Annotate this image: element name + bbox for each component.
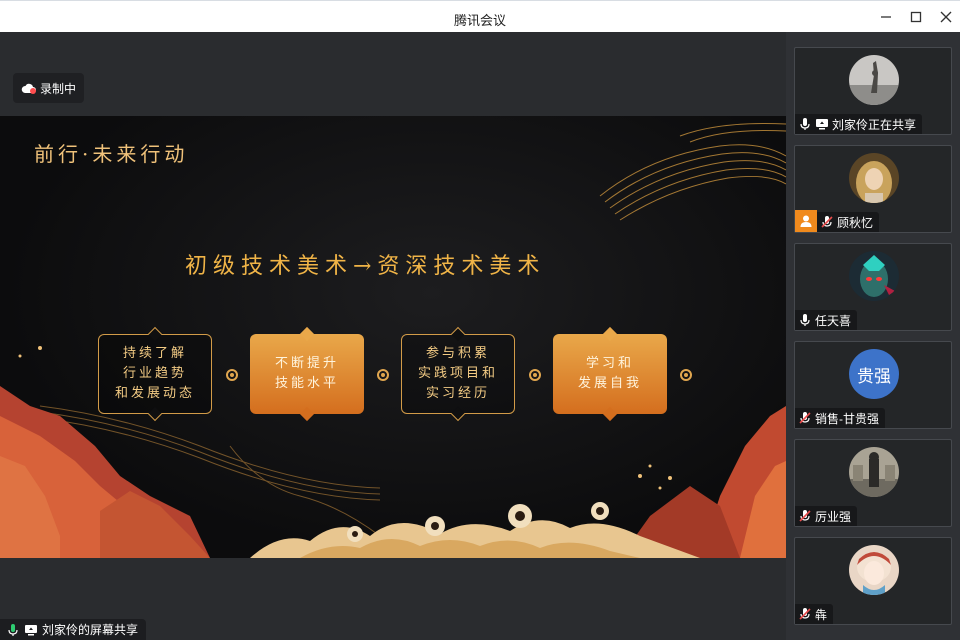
main-stage: 录制中 前行·未来行动 初级技术美术→资深技术美术 持续了解 行业趋势 和发展动… — [0, 32, 786, 640]
shared-slide: 前行·未来行动 初级技术美术→资深技术美术 持续了解 行业趋势 和发展动态 不断… — [0, 116, 786, 558]
avatar — [849, 447, 899, 497]
box-line: 学习和 — [585, 356, 634, 371]
box-line: 不断提升 — [274, 356, 339, 371]
mic-off-icon — [798, 509, 812, 523]
slide-box-4: 学习和 发展自我 — [553, 326, 667, 422]
host-badge-icon — [795, 210, 817, 232]
participant-tile[interactable]: 厉业强 — [794, 439, 952, 527]
box-line: 实习经历 — [425, 386, 490, 401]
mic-off-icon — [820, 215, 834, 229]
participant-tile[interactable]: 贵强 销售-甘贵强 — [794, 341, 952, 429]
window-title: 腾讯会议 — [453, 13, 506, 28]
avatar: 贵强 — [849, 349, 899, 399]
cloud-record-icon — [21, 82, 36, 94]
screen-share-text: 刘家伶的屏幕共享 — [42, 623, 139, 637]
screen-share-label: 刘家伶的屏幕共享 — [0, 619, 147, 640]
participant-namebar: 任天喜 — [795, 310, 858, 330]
participant-panel: 刘家伶正在共享 顾秋忆 任天喜 贵强 销售-甘贵强 厉业强 犇 — [786, 32, 960, 640]
close-icon[interactable] — [935, 7, 957, 27]
screen-share-icon — [24, 623, 38, 637]
slide-box-3: 参与积累 实践项目和 实习经历 — [401, 326, 515, 422]
participant-name: 厉业强 — [815, 509, 852, 524]
slide-headline: 初级技术美术→资深技术美术 — [185, 254, 546, 279]
participant-tile[interactable]: 犇 — [794, 537, 952, 625]
participant-name: 刘家伶正在共享 — [832, 117, 917, 132]
participant-name: 销售-甘贵强 — [815, 411, 879, 426]
bullet-icon — [529, 369, 541, 381]
participant-namebar: 销售-甘贵强 — [795, 408, 885, 428]
recording-label: 录制中 — [40, 81, 77, 96]
title-bar: 腾讯会议 — [0, 0, 960, 32]
participant-name: 顾秋忆 — [837, 215, 874, 230]
mic-on-icon — [798, 313, 812, 327]
screen-share-icon — [815, 117, 829, 131]
avatar — [849, 251, 899, 301]
box-line: 行业趋势 — [122, 366, 187, 381]
bullet-icon — [226, 369, 238, 381]
avatar — [849, 545, 899, 595]
participant-namebar: 犇 — [795, 604, 834, 624]
avatar — [849, 55, 899, 105]
box-line: 持续了解 — [122, 346, 187, 361]
participant-tile[interactable]: 刘家伶正在共享 — [794, 47, 952, 135]
participant-namebar: 顾秋忆 — [817, 212, 880, 232]
mic-off-icon — [798, 607, 812, 621]
recording-indicator[interactable]: 录制中 — [13, 73, 85, 103]
mic-off-icon — [798, 411, 812, 425]
slide-box-2: 不断提升 技能水平 — [250, 326, 364, 422]
slide-box-1: 持续了解 行业趋势 和发展动态 — [98, 326, 212, 422]
participant-name: 任天喜 — [815, 313, 852, 328]
box-line: 参与积累 — [425, 346, 490, 361]
maximize-icon[interactable] — [905, 7, 927, 27]
mic-on-icon — [6, 623, 20, 637]
participant-tile[interactable]: 任天喜 — [794, 243, 952, 331]
bullet-icon — [377, 369, 389, 381]
mic-on-icon — [798, 117, 812, 131]
slide-title: 前行·未来行动 — [34, 142, 189, 166]
box-line: 技能水平 — [274, 376, 339, 391]
box-line: 发展自我 — [577, 376, 642, 391]
box-line: 和发展动态 — [114, 386, 195, 401]
participant-namebar: 刘家伶正在共享 — [795, 114, 923, 134]
participant-namebar: 厉业强 — [795, 506, 858, 526]
minimize-icon[interactable] — [875, 7, 897, 27]
avatar — [849, 153, 899, 203]
participant-tile[interactable]: 顾秋忆 — [794, 145, 952, 233]
box-line: 实践项目和 — [417, 366, 498, 381]
bullet-icon — [680, 369, 692, 381]
participant-name: 犇 — [815, 607, 828, 622]
